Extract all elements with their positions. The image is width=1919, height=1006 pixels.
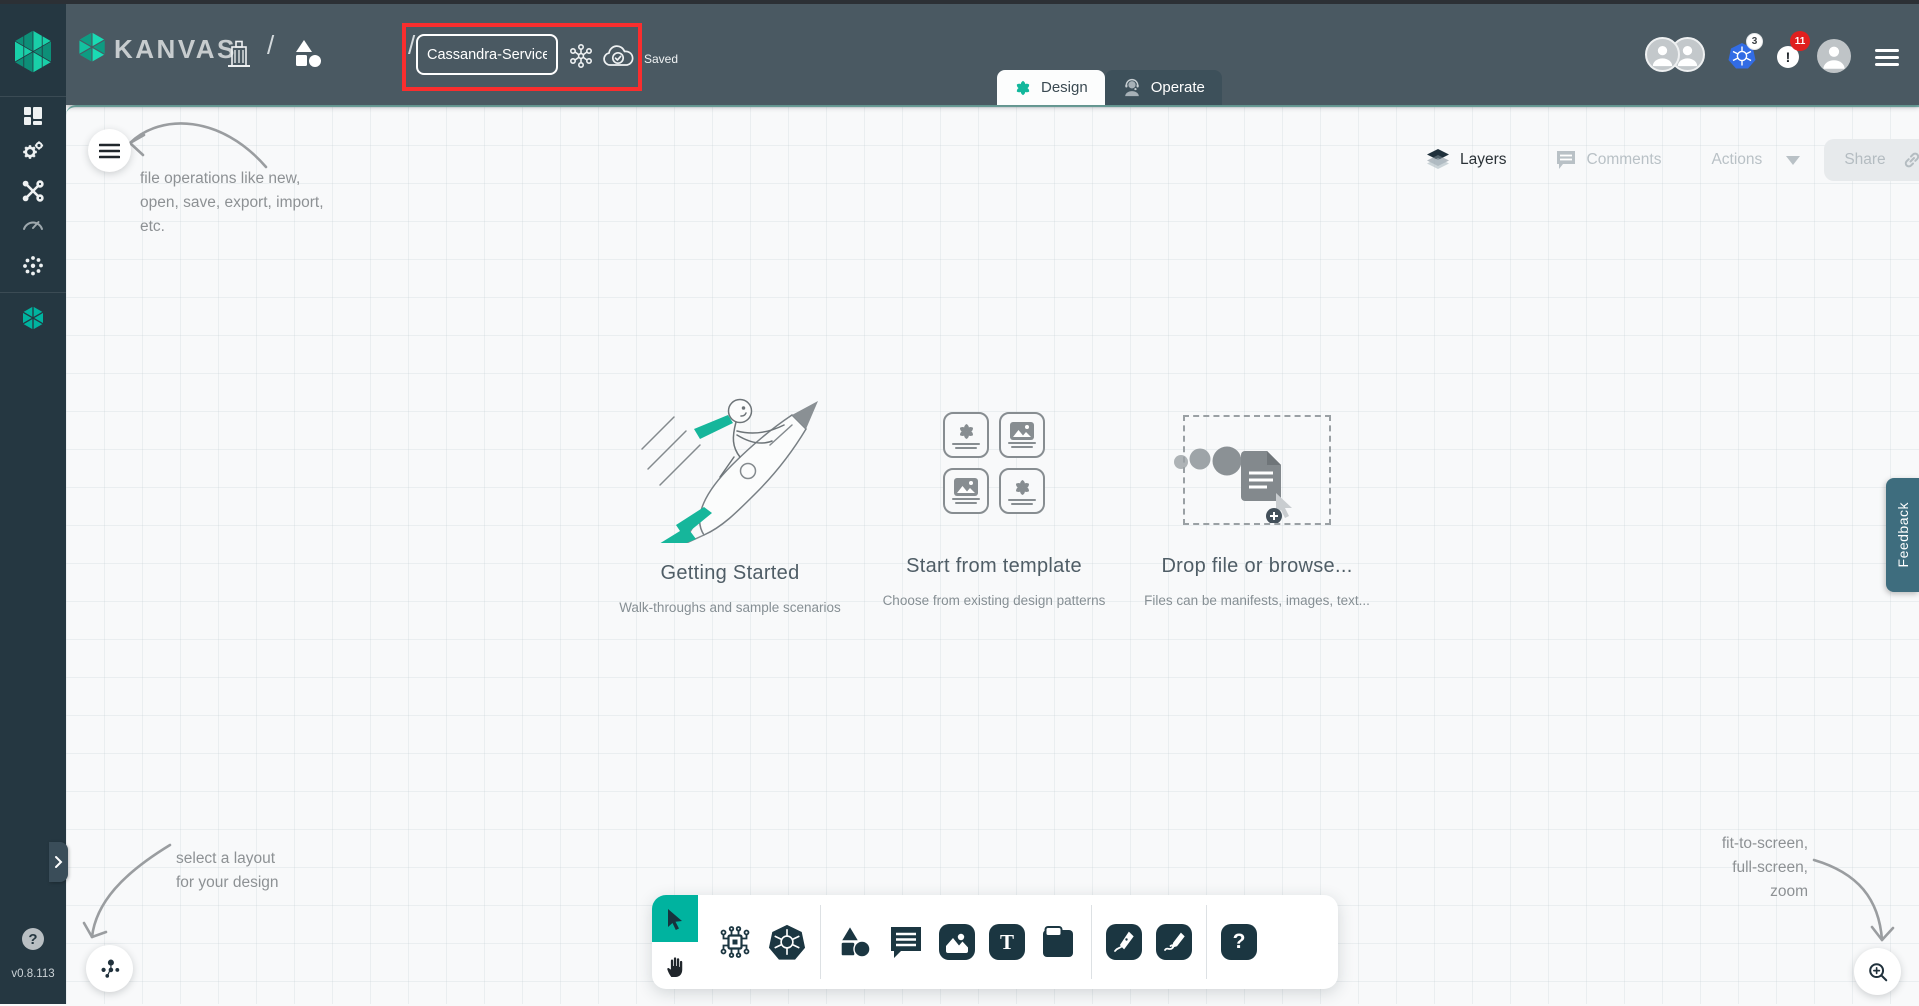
template-tile-design bbox=[999, 468, 1045, 514]
getting-started-card[interactable]: Getting Started Walk-throughs and sample… bbox=[565, 385, 895, 615]
mode-tabs: Design Operate bbox=[997, 70, 1222, 105]
card-title: Getting Started bbox=[565, 562, 895, 585]
chevron-down-icon bbox=[1786, 156, 1800, 165]
comments-toggle[interactable]: Comments bbox=[1555, 150, 1662, 170]
template-tiles bbox=[854, 412, 1134, 514]
annotation-file-operations: file operations like new, open, save, ex… bbox=[140, 167, 324, 239]
save-status: Saved bbox=[644, 52, 678, 66]
tab-operate[interactable]: Operate bbox=[1105, 70, 1222, 105]
tab-design-label: Design bbox=[1041, 79, 1088, 96]
toolbar-divider bbox=[1206, 905, 1207, 979]
template-tile-image bbox=[999, 412, 1045, 458]
component-tool-icon[interactable] bbox=[716, 923, 754, 961]
canvas-panel-controls: Layers Comments Actions Share bbox=[1426, 143, 1919, 177]
zoom-controls-button[interactable] bbox=[1854, 948, 1901, 995]
tab-design[interactable]: Design bbox=[997, 70, 1105, 105]
kubernetes-tool-icon[interactable] bbox=[768, 923, 806, 961]
select-tool-button[interactable] bbox=[652, 895, 698, 942]
help-tool-icon[interactable]: ? bbox=[1221, 924, 1257, 960]
annotation-zoom: fit-to-screen, full-screen, zoom bbox=[1626, 832, 1808, 904]
actions-dropdown[interactable]: Actions bbox=[1711, 151, 1800, 169]
extensions-icon[interactable] bbox=[21, 254, 45, 278]
layers-toggle[interactable]: Layers bbox=[1426, 149, 1507, 171]
toolbar-divider bbox=[820, 905, 821, 979]
file-menu-button[interactable] bbox=[88, 129, 131, 172]
layout-selector-button[interactable] bbox=[86, 945, 133, 992]
drop-zone[interactable] bbox=[1183, 415, 1331, 525]
feedback-tab[interactable]: Feedback bbox=[1886, 478, 1919, 592]
start-from-template-card[interactable]: Start from template Choose from existing… bbox=[854, 412, 1134, 608]
collaborator-avatar[interactable] bbox=[1645, 37, 1680, 72]
link-icon bbox=[1902, 150, 1919, 170]
breadcrumb-separator: / bbox=[408, 30, 415, 61]
section-tool-icon[interactable] bbox=[1039, 923, 1077, 961]
shapes-tool-icon[interactable] bbox=[835, 923, 873, 961]
drop-file-illustration bbox=[1173, 417, 1317, 523]
image-tool-icon[interactable] bbox=[939, 924, 975, 960]
header-menu-icon[interactable] bbox=[1875, 49, 1899, 66]
text-tool-icon[interactable]: T bbox=[989, 924, 1025, 960]
window-top-strip bbox=[0, 0, 1919, 4]
dashboard-icon[interactable] bbox=[21, 104, 45, 128]
annotation-layout: select a layout for your design bbox=[176, 847, 279, 895]
sidebar-expand-chevron[interactable] bbox=[49, 842, 68, 882]
notification-count-badge: 11 bbox=[1790, 31, 1810, 51]
settings-gears-icon[interactable] bbox=[21, 139, 45, 163]
design-name-input[interactable] bbox=[416, 34, 558, 75]
kanvas-brand-icon bbox=[78, 32, 106, 62]
card-title: Drop file or browse... bbox=[1107, 555, 1407, 578]
layers-icon bbox=[1426, 149, 1450, 171]
help-button[interactable]: ? bbox=[22, 928, 44, 950]
comment-icon bbox=[1555, 150, 1577, 170]
performance-gauge-icon[interactable] bbox=[21, 212, 45, 236]
layer5-logo-icon[interactable] bbox=[13, 30, 53, 74]
template-tile-design bbox=[943, 412, 989, 458]
freehand-tool-icon[interactable] bbox=[1156, 924, 1192, 960]
tab-operate-label: Operate bbox=[1151, 79, 1205, 96]
card-subtitle: Walk-throughs and sample scenarios bbox=[565, 600, 895, 615]
pan-tool-button[interactable] bbox=[652, 942, 698, 989]
app-version: v0.8.113 bbox=[0, 968, 66, 980]
profile-avatar[interactable] bbox=[1817, 39, 1851, 73]
card-subtitle: Choose from existing design patterns bbox=[854, 593, 1134, 608]
brand-name: KANVAS bbox=[114, 34, 237, 65]
toolbar-divider bbox=[1091, 905, 1092, 979]
rocket-doodle-illustration bbox=[620, 385, 840, 543]
share-button[interactable]: Share bbox=[1824, 139, 1919, 181]
kanvas-active-icon[interactable] bbox=[21, 306, 45, 330]
card-subtitle: Files can be manifests, images, text... bbox=[1107, 593, 1407, 608]
card-title: Start from template bbox=[854, 555, 1134, 578]
pen-tool-icon[interactable] bbox=[1106, 924, 1142, 960]
design-spiral-icon bbox=[1014, 79, 1032, 97]
canvas-toolbar: T ? bbox=[652, 895, 1338, 989]
cloud-saved-icon[interactable] bbox=[602, 44, 634, 69]
app-header: KANVAS / / Saved Design Operate bbox=[66, 4, 1919, 105]
kubernetes-context-badge: 3 bbox=[1746, 33, 1763, 50]
operator-headset-icon bbox=[1122, 78, 1142, 98]
drop-file-card[interactable]: Drop file or browse... Files can be mani… bbox=[1107, 415, 1407, 608]
toggles-wrenches-icon[interactable] bbox=[21, 179, 45, 203]
sidebar-divider bbox=[0, 96, 66, 97]
breadcrumb-separator: / bbox=[267, 30, 274, 61]
comment-tool-icon[interactable] bbox=[887, 923, 925, 961]
design-canvas[interactable]: file operations like new, open, save, ex… bbox=[66, 105, 1919, 1004]
template-tile-image bbox=[943, 468, 989, 514]
design-graph-icon[interactable] bbox=[568, 43, 594, 69]
organization-icon[interactable] bbox=[226, 40, 252, 68]
toolbar-icons-row: T ? bbox=[698, 895, 1338, 989]
sidebar-divider bbox=[0, 292, 66, 293]
workspace-shapes-icon[interactable] bbox=[292, 38, 324, 70]
